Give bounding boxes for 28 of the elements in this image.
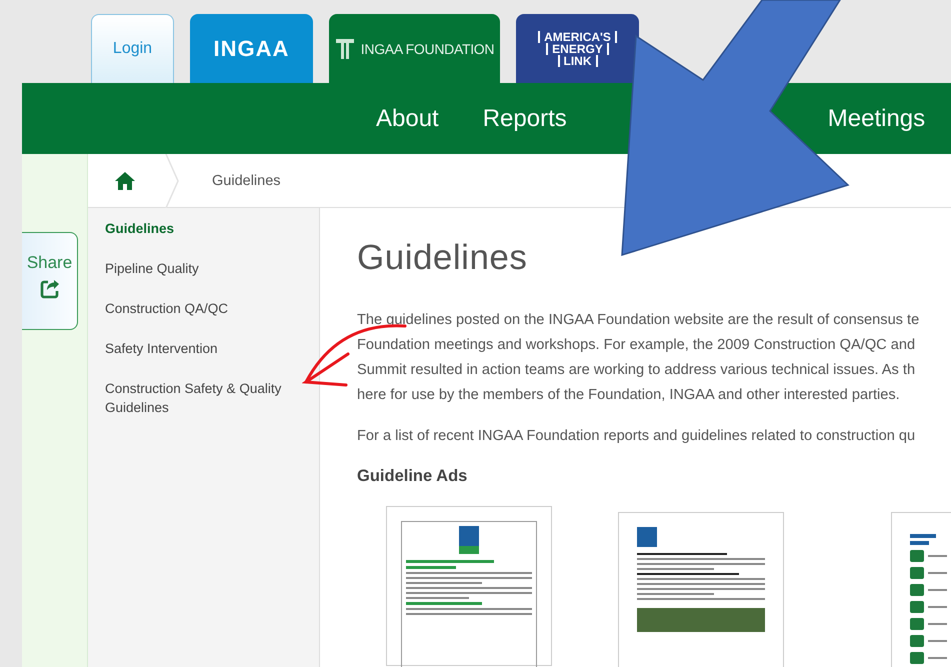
- energy-link-logo-tab[interactable]: AMERICA'S ENERGY LINK: [516, 14, 639, 83]
- gate-icon: [334, 38, 355, 60]
- login-tab[interactable]: Login: [91, 14, 174, 83]
- logo-text: ENERGY: [546, 42, 609, 54]
- nav-link[interactable]: Meetings: [806, 104, 948, 132]
- document-thumbnail[interactable]: [891, 512, 951, 667]
- share-icon: [40, 279, 60, 299]
- breadcrumb-current: Guidelines: [212, 172, 281, 188]
- foundation-logo-tab[interactable]: INGAA FOUNDATION: [329, 14, 500, 83]
- logo-text: LINK: [558, 54, 598, 66]
- body-paragraph: The guidelines posted on the INGAA Foundation website are the result of consensus te Foundation meetings and workshops. For example, the 2009 Construction QA/QC and Summit resulted in action teams are working to address various technical issues. As th here for use by the members of the Foundation, INGAA and other interested parties.: [357, 311, 920, 405]
- logo-text: AMERICA'S: [538, 30, 617, 42]
- foundation-name: INGAA FOUNDATION: [360, 40, 494, 58]
- sidebar-link[interactable]: Pipeline Quality: [105, 259, 319, 278]
- ingaa-logo-tab[interactable]: INGAA: [190, 14, 313, 83]
- body-paragraph: For a list of recent INGAA Foundation reports and guidelines related to construction qu: [357, 427, 916, 446]
- sidebar-link[interactable]: Construction Safety & Quality Guidelines: [105, 379, 319, 417]
- sidebar-link[interactable]: Guidelines: [105, 219, 319, 238]
- nav-link[interactable]: Reports: [460, 104, 589, 132]
- section-heading: Guideline Ads: [357, 467, 468, 486]
- nav-link[interactable]: About: [354, 104, 461, 132]
- page-title: Guidelines: [357, 238, 528, 278]
- sidebar-link[interactable]: Construction QA/QC: [105, 299, 319, 318]
- share-button[interactable]: Share: [22, 232, 78, 330]
- home-icon[interactable]: [115, 172, 135, 190]
- document-thumbnail[interactable]: [618, 512, 784, 667]
- sidebar-link[interactable]: Safety Intervention: [105, 339, 319, 358]
- document-thumbnail[interactable]: [386, 506, 552, 666]
